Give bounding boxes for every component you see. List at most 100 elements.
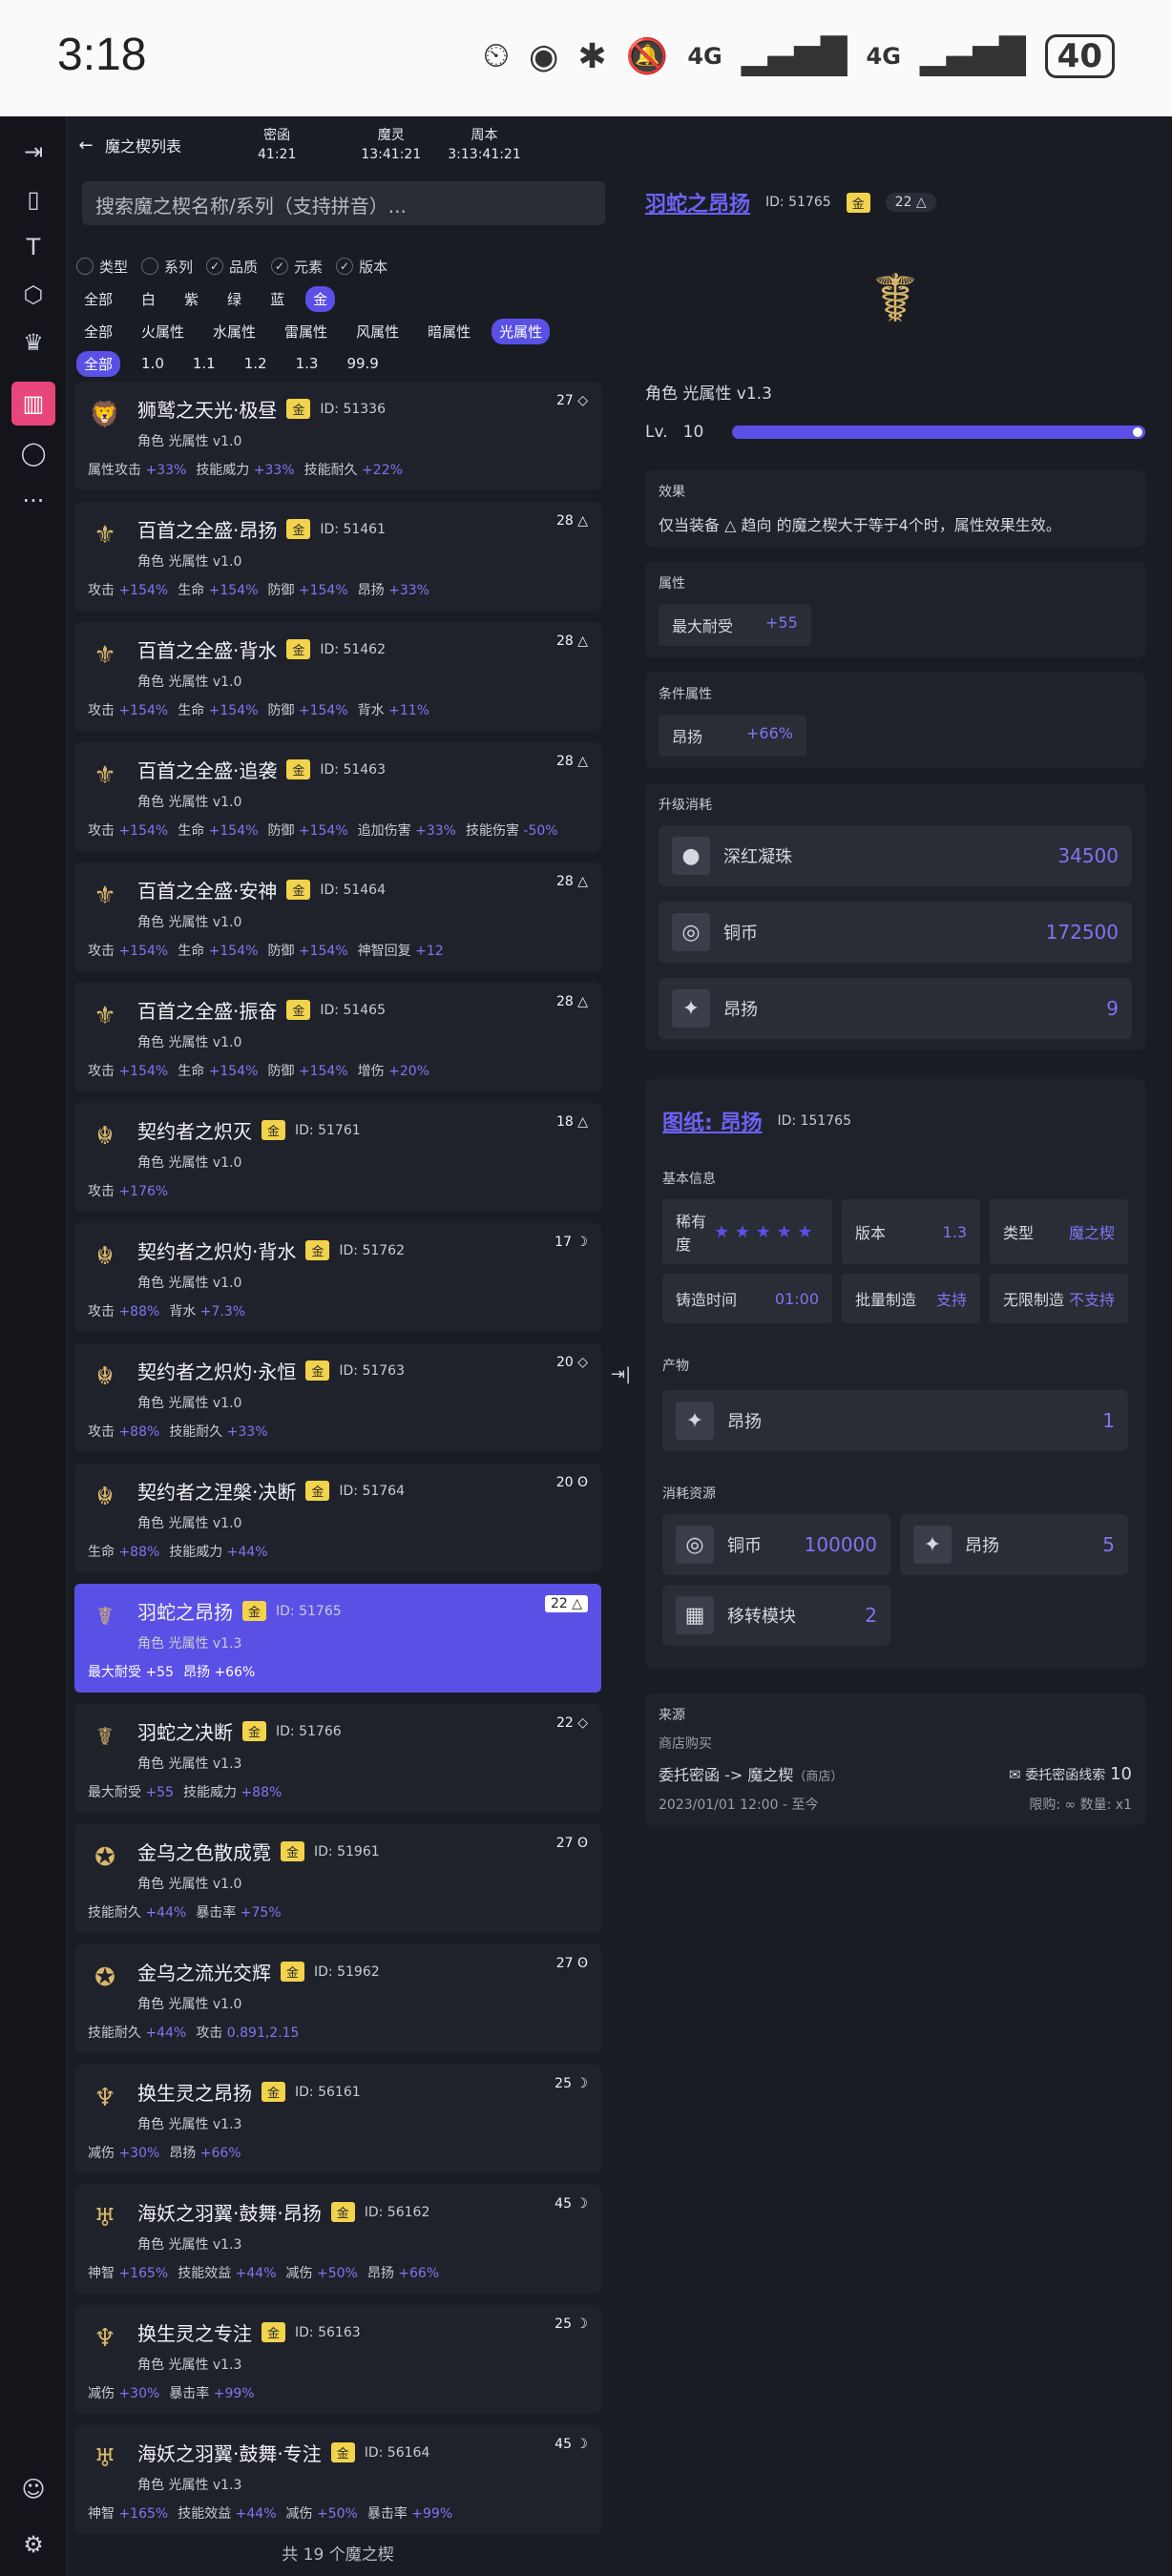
mod-card[interactable]: ♆ 换生灵之昂扬金 ID: 56161 25 ☽ 角色 光属性 v1.3 减伤 +30% 昂… xyxy=(74,2065,601,2173)
clue-icon: ✉ xyxy=(1008,1765,1026,1783)
resource-name: 铜币 xyxy=(727,1536,762,1556)
more-icon[interactable]: ··· xyxy=(11,479,55,523)
filter-chip-version-0[interactable]: 全部 xyxy=(76,350,121,377)
filter-chip-element-5[interactable]: 暗属性 xyxy=(420,319,478,344)
cube-icon[interactable]: ⬡ xyxy=(11,273,55,317)
source-row: 委托密函 -> 魔之楔（商店） ✉ 委托密函线索 10 xyxy=(659,1762,1132,1785)
source-cost: 10 xyxy=(1110,1763,1132,1784)
mod-card[interactable]: ✪ 金乌之流光交辉金 ID: 51962 27 ʘ 角色 光属性 v1.0 技能耐久 +4… xyxy=(74,1944,601,2053)
filter-chip-element-1[interactable]: 火属性 xyxy=(134,319,192,344)
mod-card[interactable]: ⚜ 百首之全盛·追袭金 ID: 51463 28 △ 角色 光属性 v1.0 攻击 +15… xyxy=(74,742,601,851)
mod-card[interactable]: ☤ 羽蛇之昂扬金 ID: 51765 22 △ 角色 光属性 v1.3 最大耐受 +55 昂… xyxy=(74,1584,601,1693)
recipe-title[interactable]: 图纸: 昂扬 xyxy=(662,1106,762,1136)
mod-meta: 角色 光属性 v1.0 xyxy=(137,795,242,810)
mod-card[interactable]: ⚜ 百首之全盛·昂扬金 ID: 51461 28 △ 角色 光属性 v1.0 攻击 +15… xyxy=(74,502,601,611)
slider-knob[interactable] xyxy=(1133,427,1142,437)
mod-card[interactable]: ⚜ 百首之全盛·背水金 ID: 51462 28 △ 角色 光属性 v1.0 攻击 +15… xyxy=(74,622,601,731)
filter-chip-version-3[interactable]: 1.2 xyxy=(237,352,275,375)
filter-chip-element-3[interactable]: 雷属性 xyxy=(277,319,335,344)
mod-card[interactable]: ⚜ 百首之全盛·安神金 ID: 51464 28 △ 角色 光属性 v1.0 攻击 +15… xyxy=(74,862,601,971)
quality-badge: 金 xyxy=(286,519,311,539)
mod-card[interactable]: ☬ 契约者之炽灼·背水金 ID: 51762 17 ☽ 角色 光属性 v1.0 攻击 +8… xyxy=(74,1223,601,1332)
mod-meta: 角色 光属性 v1.0 xyxy=(137,1997,242,2012)
stat-value: 0.891,2.15 xyxy=(226,2025,300,2041)
filter-chip-quality-4[interactable]: 蓝 xyxy=(262,286,292,312)
stat-name: 攻击 xyxy=(88,823,119,839)
user-icon[interactable]: ☺ xyxy=(11,2467,55,2511)
filter-check-label: 系列 xyxy=(164,258,194,276)
mod-level-tag: 27 ʘ xyxy=(555,1836,588,1851)
stat-value: +154% xyxy=(298,1064,348,1079)
mod-icon: ⚜ xyxy=(94,761,116,790)
filter-version: 全部 1.0 1.1 1.2 1.3 99.9 xyxy=(76,347,611,380)
mod-id: ID: 56161 xyxy=(295,2084,361,2100)
upgrade-item[interactable]: ◎ 铜币 172500 xyxy=(659,902,1132,963)
mod-meta: 角色 光属性 v1.0 xyxy=(137,1516,242,1531)
mod-card[interactable]: ☬ 契约者之涅槃·决断金 ID: 51764 20 ʘ 角色 光属性 v1.0 生命 +8… xyxy=(74,1464,601,1572)
filter-check-0[interactable]: 类型 xyxy=(76,257,128,277)
mod-card[interactable]: ♅ 海妖之羽翼·鼓舞·专注金 ID: 56164 45 ☽ 角色 光属性 v1.3 神智 … xyxy=(74,2425,601,2534)
filter-check-2[interactable]: ✓ 品质 xyxy=(206,257,258,277)
mod-name-row: 百首之全盛·追袭金 ID: 51463 xyxy=(137,756,386,783)
mod-card[interactable]: ♅ 海妖之羽翼·鼓舞·昂扬金 ID: 56162 45 ☽ 角色 光属性 v1.3 神智 … xyxy=(74,2185,601,2294)
collapse-rail-icon[interactable]: ⇥ xyxy=(11,130,55,174)
consume-item[interactable]: ✦ 昂扬 5 xyxy=(900,1514,1128,1575)
mod-level-tag: 20 ◇ xyxy=(555,1355,588,1370)
mod-stats: 技能耐久 +44% 暴击率 +75% xyxy=(88,1902,291,1922)
mod-card[interactable]: ☬ 契约者之炽灭金 ID: 51761 18 △ 角色 光属性 v1.0 攻击 +176% xyxy=(74,1103,601,1212)
mod-name: 金乌之流光交辉 xyxy=(137,1962,271,1984)
stat-value: +154% xyxy=(208,583,259,598)
consume-item[interactable]: ▦ 移转模块 2 xyxy=(662,1585,890,1646)
mod-level-tag: 28 △ xyxy=(555,513,588,529)
stat-name: 攻击 xyxy=(88,703,119,718)
filter-chip-quality-2[interactable]: 紫 xyxy=(177,286,206,312)
stat-value: +154% xyxy=(118,1064,169,1079)
filter-chip-version-5[interactable]: 99.9 xyxy=(339,352,386,375)
upgrade-item[interactable]: ● 深红凝珠 34500 xyxy=(659,825,1132,886)
back-icon[interactable]: ← xyxy=(67,135,105,156)
chat-icon[interactable]: ◯ xyxy=(11,431,55,475)
mod-card[interactable]: ☬ 契约者之炽灼·永恒金 ID: 51763 20 ◇ 角色 光属性 v1.0 攻击 +8… xyxy=(74,1343,601,1452)
stat-value: +44% xyxy=(235,2266,277,2281)
mod-card[interactable]: 🦁 狮鹫之天光·极昼金 ID: 51336 27 ◇ 角色 光属性 v1.0 属性攻击 +… xyxy=(74,382,601,490)
stat-name: 减伤 xyxy=(285,2266,317,2281)
filter-chip-element-2[interactable]: 水属性 xyxy=(205,319,263,344)
upgrade-item[interactable]: ✦ 昂扬 9 xyxy=(659,978,1132,1039)
filter-chip-version-4[interactable]: 1.3 xyxy=(288,352,326,375)
quality-badge: 金 xyxy=(242,1721,267,1741)
consume-item[interactable]: ◎ 铜币 100000 xyxy=(662,1514,890,1575)
detail-title[interactable]: 羽蛇之昂扬 xyxy=(645,187,750,218)
filter-chip-element-0[interactable]: 全部 xyxy=(76,319,120,344)
text-icon[interactable]: T xyxy=(11,225,55,269)
stat-value: +33% xyxy=(388,583,429,598)
filter-chip-quality-3[interactable]: 绿 xyxy=(220,286,249,312)
trophy-icon[interactable]: ♛ xyxy=(11,321,55,364)
mod-card[interactable]: ♆ 换生灵之专注金 ID: 56163 25 ☽ 角色 光属性 v1.3 减伤 +30% 暴… xyxy=(74,2305,601,2414)
mod-card[interactable]: ⚜ 百首之全盛·振奋金 ID: 51465 28 △ 角色 光属性 v1.0 攻击 +15… xyxy=(74,983,601,1091)
filter-check-1[interactable]: 系列 xyxy=(141,257,193,277)
book-icon[interactable]: ▥ xyxy=(11,382,55,426)
collapse-detail-icon[interactable]: ⇥| xyxy=(611,1364,631,1384)
filter-chip-version-2[interactable]: 1.1 xyxy=(185,352,223,375)
level-slider[interactable] xyxy=(732,426,1145,439)
mod-card[interactable]: ✪ 金乌之色散成霓金 ID: 51961 27 ʘ 角色 光属性 v1.0 技能耐久 +4… xyxy=(74,1824,601,1933)
stat-value: +154% xyxy=(298,944,348,959)
settings-icon[interactable]: ⚙ xyxy=(11,2523,55,2566)
filter-chip-quality-1[interactable]: 白 xyxy=(134,286,163,312)
mod-icon: ✪ xyxy=(94,1963,115,1992)
stat-value: +30% xyxy=(118,2386,160,2401)
filter-chip-element-6[interactable]: 光属性 xyxy=(492,318,551,344)
filter-chip-element-4[interactable]: 风属性 xyxy=(348,319,407,344)
source-path[interactable]: 委托密函 -> 魔之楔 xyxy=(659,1766,793,1784)
product-icon: ✦ xyxy=(676,1402,714,1440)
filter-chip-quality-0[interactable]: 全部 xyxy=(76,286,120,312)
filter-check-3[interactable]: ✓ 元素 xyxy=(271,257,323,277)
product-item[interactable]: ✦ 昂扬 1 xyxy=(662,1390,1128,1451)
filter-check-4[interactable]: ✓ 版本 xyxy=(336,257,387,277)
mod-name: 换生灵之昂扬 xyxy=(137,2082,252,2105)
search-input[interactable]: 搜索魔之楔名称/系列（支持拼音）... xyxy=(82,181,605,225)
mod-card[interactable]: ☤ 羽蛇之决断金 ID: 51766 22 ◇ 角色 光属性 v1.3 最大耐受 +55 技… xyxy=(74,1704,601,1813)
bookmark-icon[interactable]: ▯ xyxy=(11,177,55,221)
filter-chip-quality-5[interactable]: 金 xyxy=(305,285,336,312)
filter-chip-version-1[interactable]: 1.0 xyxy=(134,352,172,375)
